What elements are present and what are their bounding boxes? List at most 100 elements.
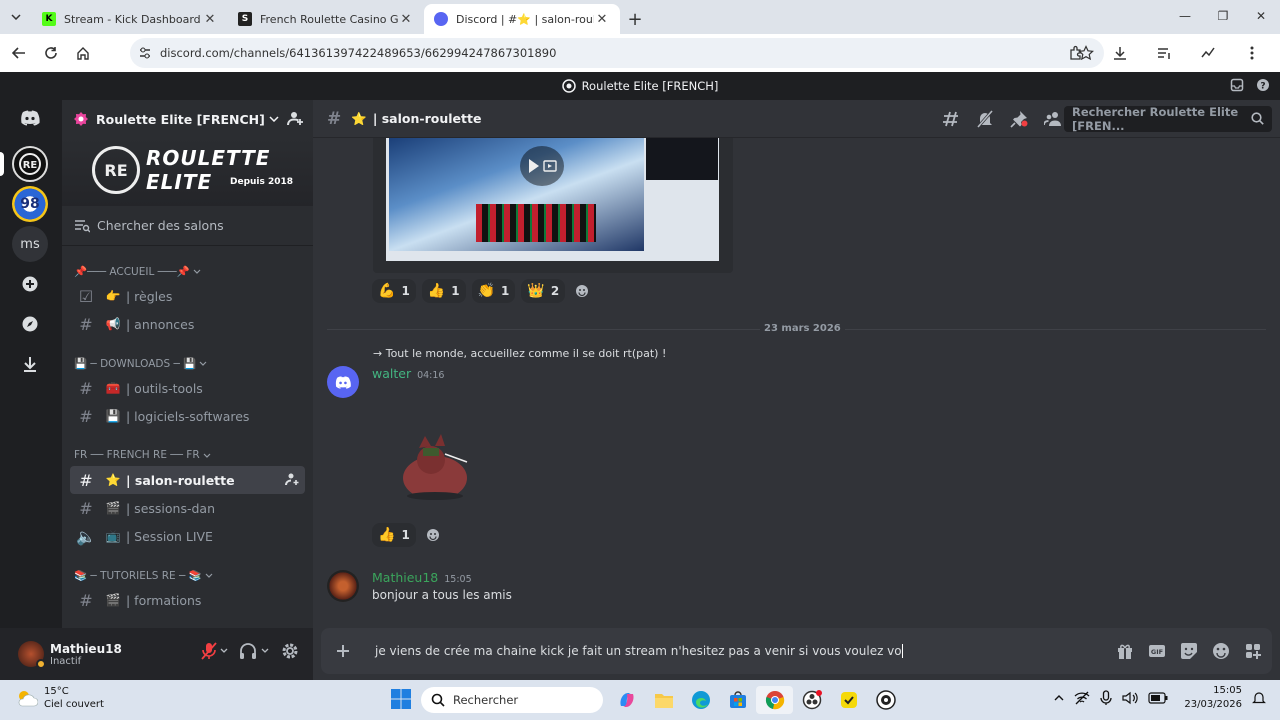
avatar[interactable] xyxy=(327,570,359,602)
video-thumbnail[interactable] xyxy=(386,138,719,261)
create-invite-icon[interactable] xyxy=(285,472,299,486)
maximize-icon[interactable]: ❐ xyxy=(1204,0,1242,32)
apps-icon[interactable] xyxy=(1244,642,1262,660)
tab-french-roulette[interactable]: S French Roulette Casino Game p ✕ xyxy=(228,4,424,34)
edge-icon[interactable] xyxy=(682,686,719,714)
gif-icon[interactable]: GIF xyxy=(1148,642,1166,660)
emoji-icon[interactable] xyxy=(1212,642,1230,660)
downloads-icon[interactable] xyxy=(1098,38,1142,68)
reaction-muscle[interactable]: 💪 1 xyxy=(372,279,416,303)
message-author[interactable]: walter 04:16 xyxy=(372,366,444,381)
channel-sessions-dan[interactable]: # 🎬 | sessions-dan xyxy=(70,494,305,522)
site-info-icon[interactable] xyxy=(138,46,152,60)
channel-outils-tools[interactable]: # 🧰 | outils-tools xyxy=(70,374,305,402)
battery-icon[interactable] xyxy=(1148,692,1168,704)
avatar[interactable] xyxy=(18,641,46,669)
close-tab-icon[interactable]: ✕ xyxy=(398,12,414,27)
gift-icon[interactable] xyxy=(1116,642,1134,660)
chevron-down-icon xyxy=(193,269,201,274)
reaction-crown[interactable]: 👑 2 xyxy=(521,279,566,303)
threads-icon[interactable] xyxy=(942,110,960,128)
weather-widget[interactable]: 15°C Ciel couvert xyxy=(16,685,104,711)
channel-header: # ⭐ | salon-roulette Rechercher Roulette… xyxy=(313,100,1280,138)
media-controls-icon[interactable] xyxy=(1142,38,1186,68)
clock[interactable]: 15:05 23/03/2026 xyxy=(1184,684,1242,712)
back-icon[interactable] xyxy=(4,38,34,68)
reply-preview[interactable]: → Tout le monde, accueillez comme il se … xyxy=(373,347,666,360)
store-icon[interactable] xyxy=(719,686,756,714)
channel-logiciels-softwares[interactable]: # 💾 | logiciels-softwares xyxy=(70,402,305,430)
network-muted-icon[interactable] xyxy=(1074,691,1090,705)
message-author[interactable]: Mathieu18 15:05 xyxy=(372,570,472,585)
discord-taskbar-icon[interactable] xyxy=(867,686,904,714)
new-tab-button[interactable]: + xyxy=(620,4,650,34)
download-icon[interactable] xyxy=(12,346,48,382)
browse-channels-button[interactable]: Chercher des salons xyxy=(62,206,313,246)
server-98-icon[interactable]: 98 xyxy=(12,186,48,222)
server-header[interactable]: Roulette Elite [FRENCH] xyxy=(62,100,313,138)
tab-discord[interactable]: Discord | #⭐ | salon-roulette ✕ xyxy=(424,4,620,34)
reaction-thumbsup[interactable]: 👍 1 xyxy=(421,279,466,303)
reaction-thumbsup[interactable]: 👍 1 xyxy=(372,523,416,547)
search-input[interactable]: Rechercher Roulette Elite [FREN... xyxy=(1064,105,1272,133)
explore-icon[interactable] xyxy=(12,306,48,342)
channel-formations[interactable]: # 🎬 | formations xyxy=(70,586,305,614)
category-tutoriels[interactable]: 📚 ─ TUTORIELS RE ─ 📚 xyxy=(62,564,313,586)
copilot-icon[interactable] xyxy=(608,686,645,714)
channel-session-live[interactable]: 🔈 📺 | Session LIVE xyxy=(70,522,305,550)
video-embed[interactable] xyxy=(373,138,733,273)
category-french-re[interactable]: FR ── FRENCH RE ── FR xyxy=(62,444,313,466)
roulette-elite-server-icon[interactable]: RE xyxy=(12,146,48,182)
gear-icon[interactable] xyxy=(281,642,299,660)
channel-annonces[interactable]: # 📢 | annonces xyxy=(70,310,305,338)
category-accueil[interactable]: 📌─── ACCUEIL ───📌 xyxy=(62,260,313,282)
channel-regles[interactable]: ☑ 👉 | règles xyxy=(70,282,305,310)
file-explorer-icon[interactable] xyxy=(645,686,682,714)
browser-menu-icon[interactable] xyxy=(1230,38,1274,68)
chevron-down-icon xyxy=(199,361,207,366)
add-reaction-icon[interactable] xyxy=(422,524,444,546)
close-window-icon[interactable]: ✕ xyxy=(1242,0,1280,32)
server-list: RE 98 ms xyxy=(0,100,62,680)
chevron-up-icon[interactable] xyxy=(1054,695,1064,701)
windows-start-icon[interactable] xyxy=(390,688,412,710)
upload-plus-icon[interactable] xyxy=(323,643,363,659)
obs-icon[interactable] xyxy=(793,686,830,714)
tab-search-icon[interactable] xyxy=(0,0,32,34)
tab-kick-dashboard[interactable]: K Stream - Kick Dashboard ✕ xyxy=(32,4,228,34)
channel-salon-roulette[interactable]: # ⭐ | salon-roulette xyxy=(70,466,305,494)
extensions-icon[interactable] xyxy=(1054,38,1098,68)
mute-microphone-icon[interactable] xyxy=(201,642,229,660)
add-server-icon[interactable] xyxy=(12,266,48,302)
member-list-icon[interactable] xyxy=(1044,110,1062,128)
notifications-icon[interactable] xyxy=(1252,691,1266,705)
category-downloads[interactable]: 💾 ─ DOWNLOADS ─ 💾 xyxy=(62,352,313,374)
pinned-messages-icon[interactable] xyxy=(1010,110,1028,128)
microphone-icon[interactable] xyxy=(1100,690,1113,706)
notification-muted-icon[interactable] xyxy=(976,110,994,128)
sticker-image[interactable] xyxy=(397,408,477,502)
headset-icon[interactable] xyxy=(239,642,271,660)
invite-people-icon[interactable] xyxy=(287,110,303,126)
taskbar-search[interactable]: Rechercher xyxy=(421,687,603,713)
close-tab-icon[interactable]: ✕ xyxy=(202,12,218,27)
server-ms-icon[interactable]: ms xyxy=(12,226,48,262)
add-reaction-icon[interactable] xyxy=(571,280,593,302)
message-input[interactable]: je viens de crée ma chaine kick je fait … xyxy=(363,644,1116,659)
reload-icon[interactable] xyxy=(36,38,66,68)
close-tab-icon[interactable]: ✕ xyxy=(594,12,610,27)
sticker-icon[interactable] xyxy=(1180,642,1198,660)
avatar[interactable] xyxy=(327,366,359,398)
performance-icon[interactable] xyxy=(1186,38,1230,68)
help-icon[interactable]: ? xyxy=(1256,78,1270,92)
reaction-clap[interactable]: 👏 1 xyxy=(471,279,516,303)
home-icon[interactable] xyxy=(68,38,98,68)
discord-home-icon[interactable] xyxy=(12,100,48,136)
play-icon[interactable] xyxy=(520,146,564,186)
volume-icon[interactable] xyxy=(1122,691,1139,705)
inbox-icon[interactable] xyxy=(1230,78,1244,92)
minimize-icon[interactable]: — xyxy=(1166,0,1204,32)
url-field[interactable]: discord.com/channels/641361397422489653/… xyxy=(130,38,1104,68)
notes-app-icon[interactable] xyxy=(830,686,867,714)
chrome-icon[interactable] xyxy=(756,686,793,714)
